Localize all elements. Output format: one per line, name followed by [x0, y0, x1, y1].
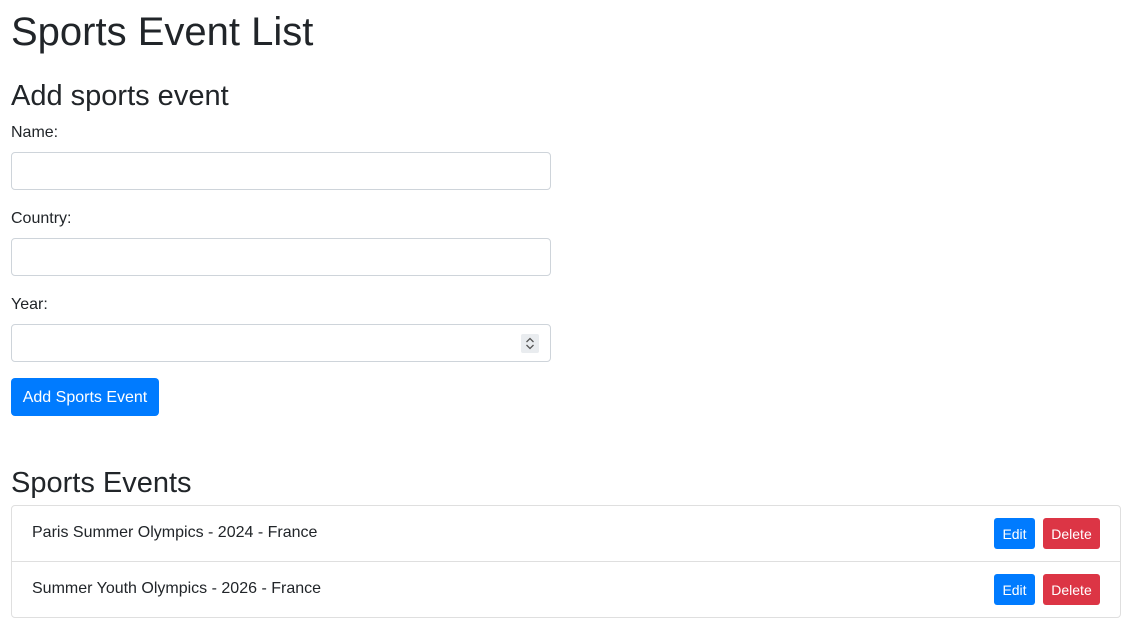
event-text: Paris Summer Olympics - 2024 - France [32, 524, 318, 541]
sports-events-heading: Sports Events [11, 467, 192, 499]
edit-button[interactable]: Edit [994, 574, 1035, 605]
name-label: Name: [11, 124, 59, 141]
delete-button[interactable]: Delete [1043, 518, 1100, 549]
country-label: Country: [11, 210, 72, 227]
edit-button[interactable]: Edit [994, 518, 1035, 549]
year-input[interactable] [11, 324, 551, 362]
delete-button[interactable]: Delete [1043, 574, 1100, 605]
sports-events-list: Paris Summer Olympics - 2024 - France Ed… [11, 505, 1121, 618]
add-sports-event-button[interactable]: Add Sports Event [11, 378, 159, 416]
item-actions: Edit Delete [994, 518, 1100, 549]
spinner-arrows-icon[interactable] [521, 334, 539, 353]
country-input[interactable] [11, 238, 551, 276]
year-label: Year: [11, 296, 48, 313]
event-text: Summer Youth Olympics - 2026 - France [32, 580, 322, 597]
add-event-heading: Add sports event [11, 80, 229, 112]
page-title: Sports Event List [11, 10, 314, 54]
list-item: Summer Youth Olympics - 2026 - France Ed… [12, 561, 1120, 617]
list-item: Paris Summer Olympics - 2024 - France Ed… [12, 506, 1120, 562]
name-input[interactable] [11, 152, 551, 190]
item-actions: Edit Delete [994, 574, 1100, 605]
